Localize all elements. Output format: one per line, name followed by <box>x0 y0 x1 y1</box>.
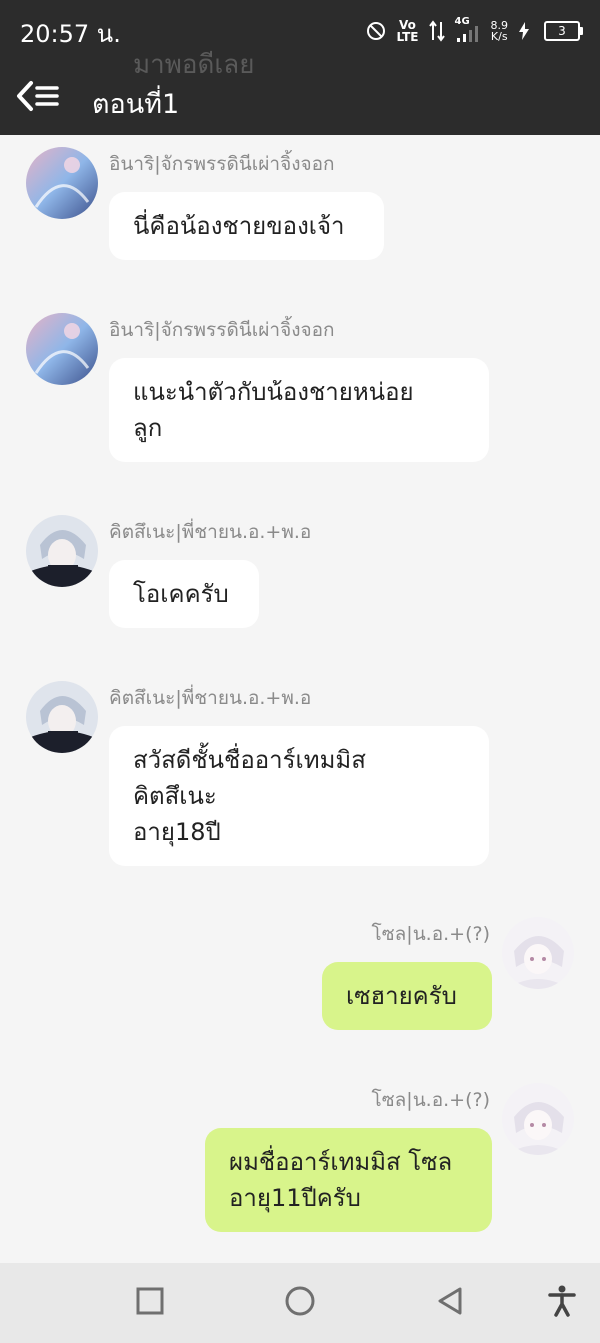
avatar-inari[interactable] <box>26 147 98 219</box>
message-bubble[interactable]: นี่คือน้องชายของเจ้า <box>109 192 384 260</box>
avatar-sol[interactable] <box>502 1083 574 1155</box>
sender-name: อินาริ|จักรพรรดินีเผ่าจิ้งจอก <box>109 153 335 175</box>
message-bubble[interactable]: เซฮายครับ <box>322 962 492 1030</box>
charging-bolt-icon <box>518 22 530 40</box>
back-triangle-icon <box>436 1286 464 1320</box>
data-transfer-icon <box>428 20 445 42</box>
message-line: สวัสดีชั้นชื่ออาร์เทมมิส <box>133 746 366 774</box>
home-button[interactable] <box>282 1285 318 1321</box>
message-item: โซล|น.อ.+(?) เซฮายครับ <box>0 905 600 1045</box>
avatar-inari[interactable] <box>26 313 98 385</box>
message-item: โซล|น.อ.+(?) ผมชื่ออาร์เทมมิส โซล อายุ11… <box>0 1071 600 1241</box>
home-icon <box>284 1285 316 1321</box>
app-header: มาพอดีเลย 20:57 น. Vo LTE 4G 8.9 K/s 3 ต… <box>0 0 600 135</box>
message-line: คิตสึเนะ <box>133 782 217 810</box>
message-bubble[interactable]: สวัสดีชั้นชื่ออาร์เทมมิส คิตสึเนะ อายุ18… <box>109 726 489 866</box>
message-line: อายุ18ปี <box>133 818 221 846</box>
message-line: แนะนำตัวกับน้องชายหน่อย <box>133 378 414 406</box>
status-time: 20:57 น. <box>20 20 121 48</box>
avatar-kitsune[interactable] <box>26 681 98 753</box>
status-icons: Vo LTE 4G 8.9 K/s 3 <box>366 14 583 48</box>
message-bubble[interactable]: โอเคครับ <box>109 560 259 628</box>
message-line: อายุ11ปีครับ <box>229 1184 361 1212</box>
recent-apps-icon <box>136 1287 164 1319</box>
back-menu-button[interactable] <box>14 78 62 118</box>
system-navigation-bar <box>0 1263 600 1343</box>
sender-name: คิตสึเนะ|พี่ชายน.อ.+พ.อ <box>109 521 312 543</box>
message-item: อินาริ|จักรพรรดินีเผ่าจิ้งจอก แนะนำตัวกั… <box>0 301 600 471</box>
do-not-disturb-icon <box>366 21 386 41</box>
avatar-sol[interactable] <box>502 917 574 989</box>
message-bubble[interactable]: แนะนำตัวกับน้องชายหน่อย ลูก <box>109 358 489 462</box>
network-speed: 8.9 K/s <box>491 20 509 42</box>
message-item: คิตสึเนะ|พี่ชายน.อ.+พ.อ สวัสดีชั้นชื่ออา… <box>0 669 600 879</box>
message-line: โอเคครับ <box>133 580 229 608</box>
message-bubble[interactable]: ผมชื่ออาร์เทมมิส โซล อายุ11ปีครับ <box>205 1128 492 1232</box>
sender-name: คิตสึเนะ|พี่ชายน.อ.+พ.อ <box>109 687 312 709</box>
message-line: เซฮายครับ <box>346 982 457 1010</box>
sender-name: โซล|น.อ.+(?) <box>371 1089 490 1111</box>
signal-4g-icon: 4G <box>455 16 481 44</box>
accessibility-icon <box>547 1285 577 1321</box>
message-line: ผมชื่ออาร์เทมมิส โซล <box>229 1148 453 1176</box>
chat-messages[interactable]: อินาริ|จักรพรรดินีเผ่าจิ้งจอก นี่คือน้อง… <box>0 135 600 1263</box>
volte-icon: Vo LTE <box>396 19 418 43</box>
battery-indicator: 3 <box>544 21 583 41</box>
previous-message-ghost-text: มาพอดีเลย <box>133 50 255 80</box>
accessibility-button[interactable] <box>544 1285 580 1321</box>
sender-name: อินาริ|จักรพรรดินีเผ่าจิ้งจอก <box>109 319 335 341</box>
back-menu-icon <box>15 79 61 117</box>
volte-bottom-label: LTE <box>396 30 419 44</box>
back-button[interactable] <box>432 1285 468 1321</box>
message-item: คิตสึเนะ|พี่ชายน.อ.+พ.อ โอเคครับ <box>0 503 600 643</box>
message-line: นี่คือน้องชายของเจ้า <box>133 212 345 240</box>
message-item: อินาริ|จักรพรรดินีเผ่าจิ้งจอก นี่คือน้อง… <box>0 135 600 275</box>
sender-name: โซล|น.อ.+(?) <box>371 923 490 945</box>
network-speed-unit: K/s <box>490 30 508 43</box>
recent-apps-button[interactable] <box>132 1285 168 1321</box>
message-line: ลูก <box>133 414 163 442</box>
chapter-title: ตอนที่1 <box>92 89 180 120</box>
avatar-kitsune[interactable] <box>26 515 98 587</box>
